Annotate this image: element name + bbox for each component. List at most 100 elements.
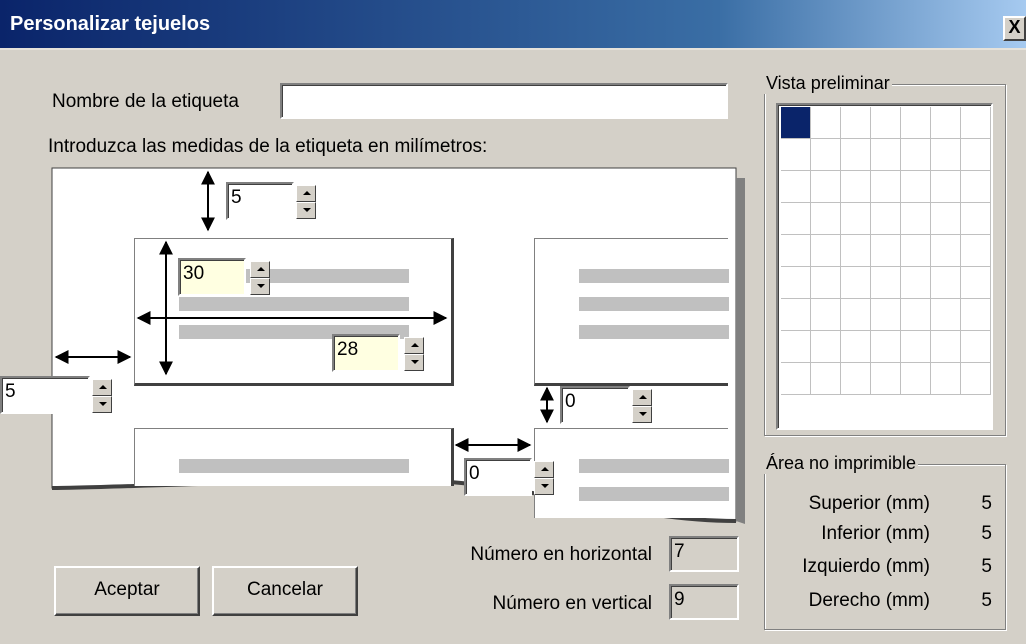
preview-cell bbox=[811, 171, 841, 203]
preview-cell bbox=[961, 107, 991, 139]
preview-cell bbox=[781, 363, 811, 395]
horizontal-gap-spinner[interactable] bbox=[534, 461, 554, 495]
preview-cell bbox=[961, 171, 991, 203]
close-icon: X bbox=[1008, 17, 1021, 37]
preview-cell bbox=[781, 267, 811, 299]
preview-cell bbox=[871, 299, 901, 331]
down-arrow-icon[interactable] bbox=[92, 396, 112, 413]
vertical-count-label: Número en vertical bbox=[492, 593, 652, 614]
preview-cell bbox=[931, 203, 961, 235]
label-name-input[interactable] bbox=[280, 83, 728, 119]
preview-cell bbox=[931, 107, 961, 139]
up-arrow-icon[interactable] bbox=[534, 461, 554, 478]
preview-cell bbox=[901, 203, 931, 235]
preview-cell bbox=[931, 171, 961, 203]
preview-cell bbox=[901, 331, 931, 363]
label-height-input[interactable]: 30 bbox=[178, 258, 246, 296]
preview-cell bbox=[931, 139, 961, 171]
preview-cell bbox=[841, 267, 871, 299]
preview-cell bbox=[931, 299, 961, 331]
close-button[interactable]: X bbox=[1003, 16, 1026, 41]
inferior-value: 5 bbox=[981, 523, 992, 544]
preview-cell bbox=[901, 107, 931, 139]
down-arrow-icon[interactable] bbox=[250, 278, 270, 295]
preview-cell bbox=[841, 139, 871, 171]
derecho-value: 5 bbox=[981, 590, 992, 611]
preview-cell bbox=[901, 139, 931, 171]
down-arrow-icon[interactable] bbox=[534, 478, 554, 495]
down-arrow-icon[interactable] bbox=[296, 202, 316, 219]
preview-cell bbox=[931, 235, 961, 267]
left-margin-input[interactable]: 5 bbox=[0, 376, 90, 414]
label-name-label: Nombre de la etiqueta bbox=[52, 91, 239, 112]
preview-cell bbox=[871, 171, 901, 203]
title-bar: Personalizar tejuelos X bbox=[0, 0, 1026, 50]
horizontal-count-field: 7 bbox=[669, 536, 739, 572]
preview-cell bbox=[781, 107, 811, 139]
up-arrow-icon[interactable] bbox=[632, 389, 652, 406]
preview-cell bbox=[871, 235, 901, 267]
up-arrow-icon[interactable] bbox=[296, 185, 316, 202]
down-arrow-icon[interactable] bbox=[404, 354, 424, 371]
label-width-spinner[interactable] bbox=[404, 337, 424, 371]
izquierdo-value: 5 bbox=[981, 556, 992, 577]
preview-cell bbox=[961, 235, 991, 267]
preview-cell bbox=[781, 235, 811, 267]
up-arrow-icon[interactable] bbox=[92, 379, 112, 396]
preview-cell bbox=[781, 331, 811, 363]
down-arrow-icon[interactable] bbox=[632, 406, 652, 423]
inferior-label: Inferior (mm) bbox=[821, 523, 930, 544]
preview-cell bbox=[811, 331, 841, 363]
left-margin-spinner[interactable] bbox=[92, 379, 112, 413]
preview-cell bbox=[871, 267, 901, 299]
accept-button[interactable]: Aceptar bbox=[54, 566, 200, 616]
dimension-arrows bbox=[54, 170, 554, 452]
superior-value: 5 bbox=[981, 493, 992, 514]
preview-cell bbox=[961, 299, 991, 331]
vertical-count-field: 9 bbox=[669, 584, 739, 620]
label-height-spinner[interactable] bbox=[250, 261, 270, 295]
preview-cell bbox=[871, 203, 901, 235]
window-title: Personalizar tejuelos bbox=[10, 13, 211, 35]
preview-cell bbox=[811, 267, 841, 299]
vertical-gap-input[interactable]: 0 bbox=[560, 386, 630, 424]
preview-cell bbox=[841, 107, 871, 139]
top-margin-input[interactable]: 5 bbox=[226, 182, 294, 220]
preview-cell bbox=[901, 363, 931, 395]
up-arrow-icon[interactable] bbox=[250, 261, 270, 278]
preview-cell bbox=[871, 107, 901, 139]
preview-cell bbox=[811, 299, 841, 331]
preview-cell bbox=[841, 331, 871, 363]
preview-cell bbox=[961, 331, 991, 363]
preview-cell bbox=[781, 299, 811, 331]
preview-cell bbox=[931, 267, 961, 299]
preview-cell bbox=[901, 267, 931, 299]
top-margin-spinner[interactable] bbox=[296, 185, 316, 219]
preview-cell bbox=[931, 331, 961, 363]
preview-cell bbox=[811, 235, 841, 267]
preview-cell bbox=[781, 139, 811, 171]
cancel-button[interactable]: Cancelar bbox=[212, 566, 358, 616]
preview-cell bbox=[931, 363, 961, 395]
preview-cell bbox=[841, 363, 871, 395]
preview-cell bbox=[961, 203, 991, 235]
preview-cell bbox=[811, 363, 841, 395]
vertical-gap-spinner[interactable] bbox=[632, 389, 652, 423]
preview-grid bbox=[776, 103, 993, 430]
horizontal-gap-input[interactable]: 0 bbox=[464, 458, 532, 496]
preview-cell bbox=[841, 235, 871, 267]
preview-cell bbox=[871, 363, 901, 395]
label-width-input[interactable]: 28 bbox=[332, 334, 400, 372]
horizontal-count-label: Número en horizontal bbox=[470, 544, 652, 565]
preview-cell bbox=[961, 363, 991, 395]
preview-cell bbox=[871, 139, 901, 171]
superior-label: Superior (mm) bbox=[808, 493, 930, 514]
preview-cell bbox=[901, 171, 931, 203]
preview-cell bbox=[841, 299, 871, 331]
preview-cell bbox=[901, 299, 931, 331]
preview-cell bbox=[811, 203, 841, 235]
instructions-text: Introduzca las medidas de la etiqueta en… bbox=[48, 136, 488, 157]
preview-cell bbox=[781, 171, 811, 203]
up-arrow-icon[interactable] bbox=[404, 337, 424, 354]
preview-cell bbox=[841, 203, 871, 235]
